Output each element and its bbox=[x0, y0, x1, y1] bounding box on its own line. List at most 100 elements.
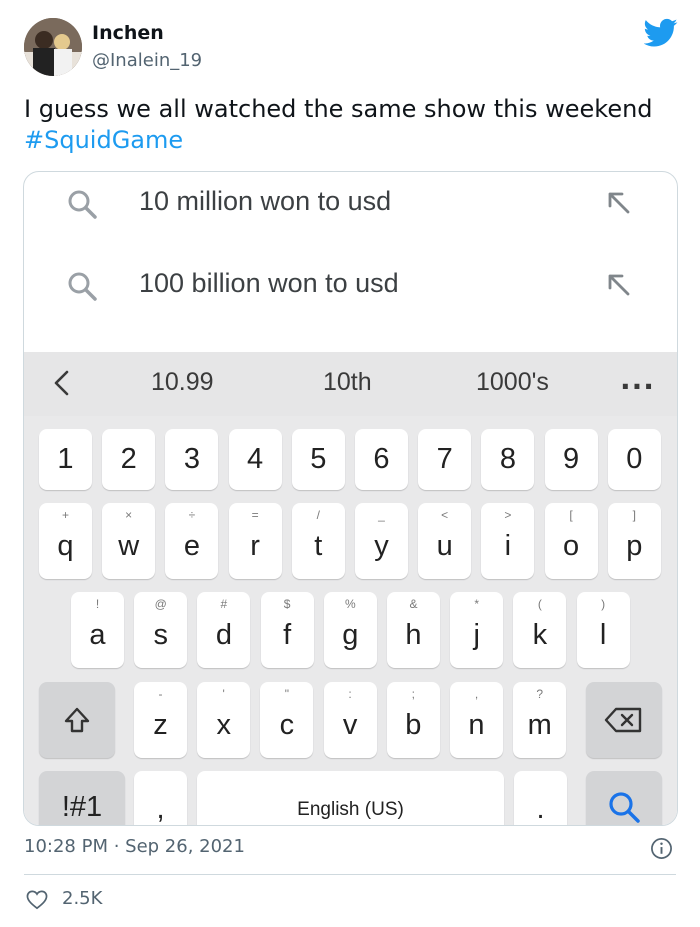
tweet-media[interactable]: 10 million won to usd 100 billion won to… bbox=[23, 171, 678, 826]
search-icon bbox=[68, 272, 97, 301]
comma-key[interactable]: , bbox=[134, 771, 187, 825]
key-label: c bbox=[279, 709, 295, 741]
key-label: 4 bbox=[247, 443, 264, 475]
shift-key[interactable] bbox=[39, 682, 115, 758]
key-i[interactable]: > i bbox=[481, 503, 535, 579]
key-label: j bbox=[473, 619, 480, 651]
key-label: v bbox=[342, 709, 358, 741]
twitter-bird-icon[interactable] bbox=[644, 18, 678, 48]
key-f[interactable]: $ f bbox=[260, 592, 314, 668]
key-secondary-label: - bbox=[158, 687, 163, 701]
key-x[interactable]: ' x bbox=[197, 682, 251, 758]
key-2[interactable]: 2 bbox=[102, 429, 156, 490]
key-label: 2 bbox=[120, 443, 137, 475]
divider bbox=[24, 874, 676, 875]
key-n[interactable]: ,n bbox=[450, 682, 503, 758]
key-d[interactable]: # d bbox=[197, 592, 251, 668]
key-0[interactable]: 0 bbox=[607, 429, 661, 490]
key-v[interactable]: :v bbox=[323, 682, 377, 758]
heart-icon[interactable] bbox=[26, 890, 48, 910]
key-b[interactable]: ; b bbox=[386, 682, 440, 758]
key-9[interactable]: 9 bbox=[544, 429, 598, 490]
prediction-item[interactable]: 10th bbox=[323, 368, 372, 397]
key-5[interactable]: 5 bbox=[291, 429, 345, 490]
avatar[interactable] bbox=[24, 18, 82, 76]
key-u[interactable]: < u bbox=[418, 503, 472, 579]
key-6[interactable]: 6 bbox=[355, 429, 408, 490]
key-secondary-label: # bbox=[220, 597, 228, 611]
prediction-item[interactable]: 10.99 bbox=[151, 368, 214, 397]
prediction-bar: 10.99 10th 1000's ··· bbox=[24, 352, 677, 416]
key-secondary-label: + bbox=[61, 508, 69, 522]
author-handle[interactable]: @Inalein_19 bbox=[92, 50, 202, 71]
key-e[interactable]: ÷ e bbox=[165, 503, 219, 579]
key-p[interactable]: ] p bbox=[607, 503, 661, 579]
key-secondary-label: ( bbox=[537, 597, 542, 611]
backspace-key[interactable] bbox=[586, 682, 662, 758]
key-label: d bbox=[215, 619, 232, 651]
like-count[interactable]: 2.5K bbox=[62, 888, 102, 909]
key-label: i bbox=[504, 530, 512, 562]
key-label: English (US) bbox=[297, 799, 404, 820]
key-label: y bbox=[374, 530, 389, 562]
key-label: z bbox=[153, 709, 168, 741]
key-label: p bbox=[626, 530, 643, 562]
key-r[interactable]: = r bbox=[228, 503, 282, 579]
search-suggestion[interactable]: 100 billion won to usd bbox=[24, 258, 677, 338]
key-c[interactable]: " c bbox=[260, 682, 314, 758]
key-secondary-label: $ bbox=[283, 597, 291, 611]
space-key[interactable]: English (US) bbox=[197, 771, 504, 825]
key-j[interactable]: * j bbox=[450, 592, 504, 668]
author-name[interactable]: Inchen bbox=[92, 22, 164, 44]
key-w[interactable]: × w bbox=[102, 503, 156, 579]
symbols-key[interactable]: !#1 bbox=[39, 771, 125, 825]
search-suggestion[interactable]: 10 million won to usd bbox=[24, 176, 677, 256]
key-q[interactable]: + q bbox=[39, 503, 92, 579]
key-label: t bbox=[314, 530, 323, 562]
backspace-icon bbox=[604, 707, 642, 733]
key-label: m bbox=[527, 709, 552, 741]
key-m[interactable]: ? m bbox=[513, 682, 567, 758]
key-label: e bbox=[183, 530, 200, 562]
arrow-up-left-icon[interactable] bbox=[606, 272, 632, 298]
key-a[interactable]: ! a bbox=[71, 592, 124, 668]
key-label: x bbox=[216, 709, 231, 741]
key-z[interactable]: -z bbox=[134, 682, 187, 758]
key-h[interactable]: & h bbox=[387, 592, 440, 668]
key-3[interactable]: 3 bbox=[165, 429, 219, 490]
search-key[interactable] bbox=[586, 771, 662, 825]
key-8[interactable]: 8 bbox=[481, 429, 535, 490]
key-1[interactable]: 1 bbox=[39, 429, 92, 490]
arrow-up-left-icon[interactable] bbox=[606, 190, 632, 216]
key-o[interactable]: [o bbox=[544, 503, 598, 579]
key-secondary-label: ' bbox=[222, 687, 225, 701]
key-7[interactable]: 7 bbox=[418, 429, 472, 490]
key-secondary-label: × bbox=[125, 508, 133, 522]
key-secondary-label: / bbox=[316, 508, 320, 522]
chevron-left-icon[interactable] bbox=[48, 368, 78, 398]
key-secondary-label: ! bbox=[95, 597, 100, 611]
prediction-item[interactable]: 1000's bbox=[476, 368, 549, 397]
key-s[interactable]: @ s bbox=[134, 592, 188, 668]
key-secondary-label: * bbox=[474, 597, 480, 611]
key-secondary-label: ] bbox=[632, 508, 636, 522]
key-g[interactable]: % g bbox=[323, 592, 377, 668]
key-secondary-label: ; bbox=[411, 687, 415, 701]
more-icon[interactable]: ··· bbox=[620, 370, 655, 403]
key-label: 5 bbox=[310, 443, 327, 475]
timestamp[interactable]: 10:28 PM · Sep 26, 2021 bbox=[24, 836, 245, 857]
key-t[interactable]: / t bbox=[291, 503, 345, 579]
period-key[interactable]: . bbox=[514, 771, 567, 825]
hashtag-link[interactable]: #SquidGame bbox=[24, 126, 183, 154]
tweet-body: I guess we all watched the same show thi… bbox=[24, 95, 653, 123]
key-k[interactable]: (k bbox=[513, 592, 567, 668]
key-l[interactable]: ) l bbox=[576, 592, 630, 668]
key-label: s bbox=[153, 619, 168, 651]
key-y[interactable]: _ y bbox=[355, 503, 408, 579]
key-label: !#1 bbox=[61, 791, 103, 823]
info-icon[interactable] bbox=[650, 837, 673, 860]
suggestion-text: 10 million won to usd bbox=[139, 186, 392, 216]
key-4[interactable]: 4 bbox=[228, 429, 282, 490]
key-secondary-label: : bbox=[348, 687, 352, 701]
key-secondary-label: % bbox=[344, 597, 356, 611]
